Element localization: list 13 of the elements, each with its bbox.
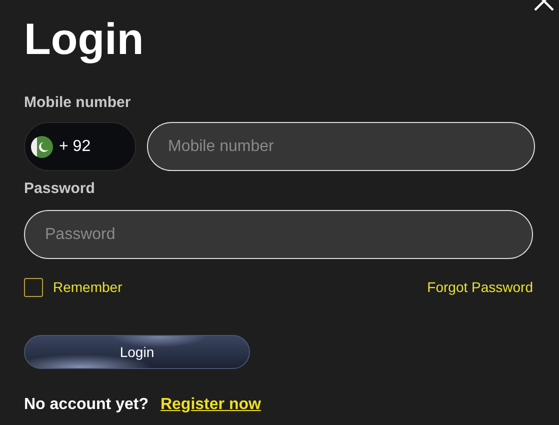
flag-icon bbox=[31, 136, 53, 158]
mobile-number-field[interactable]: Mobile number bbox=[147, 122, 535, 171]
password-label: Password bbox=[24, 180, 95, 197]
password-field[interactable]: Password bbox=[24, 210, 533, 259]
remember-checkbox[interactable] bbox=[24, 278, 43, 297]
country-code-selector[interactable]: + 92 bbox=[24, 122, 136, 171]
forgot-password-link[interactable]: Forgot Password bbox=[427, 277, 533, 298]
login-title: Login bbox=[24, 14, 144, 66]
login-button[interactable]: Login bbox=[24, 335, 250, 369]
no-account-text: No account yet? bbox=[24, 395, 148, 415]
remember-label: Remember bbox=[53, 278, 122, 297]
mobile-label: Mobile number bbox=[24, 94, 131, 111]
register-link[interactable]: Register now bbox=[160, 393, 261, 417]
